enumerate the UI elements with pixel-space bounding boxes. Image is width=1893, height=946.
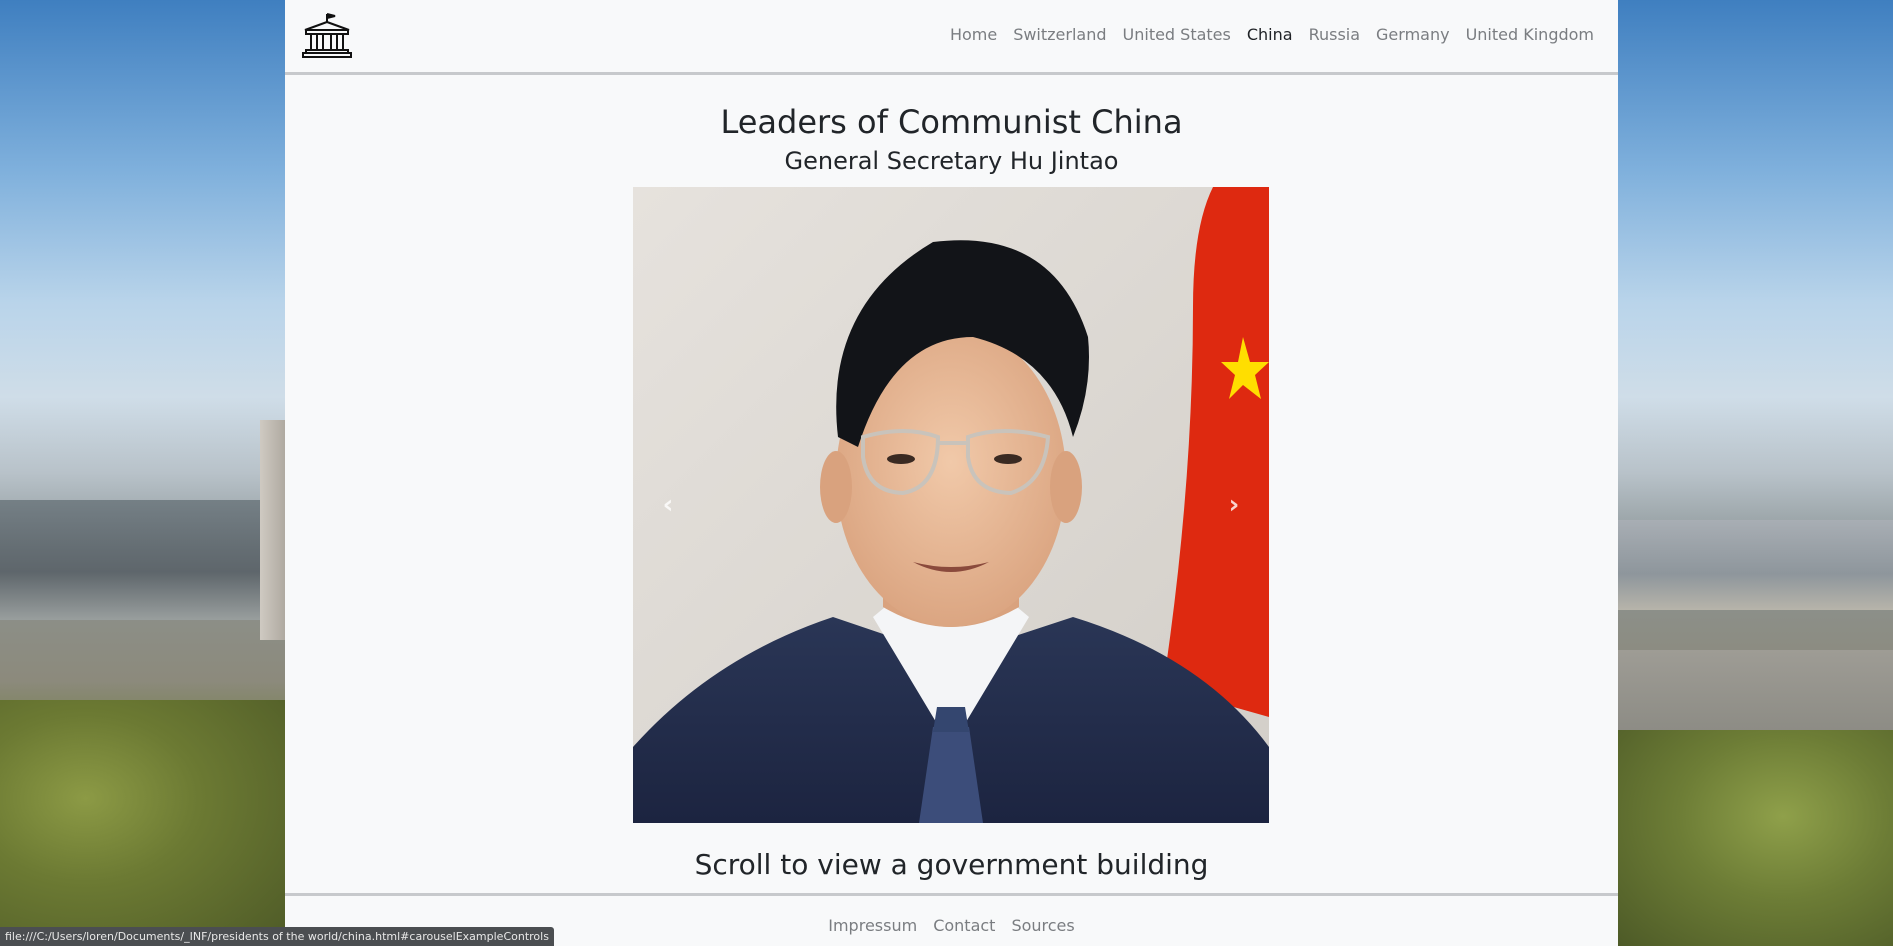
chevron-left-icon: ‹ — [662, 490, 674, 520]
leader-portrait — [633, 187, 1269, 823]
portrait-carousel[interactable]: ‹ › — [633, 187, 1269, 823]
carousel-prev-button[interactable]: ‹ — [633, 187, 703, 823]
scroll-hint: Scroll to view a government building — [694, 848, 1209, 881]
nav-links: Home Switzerland United States China Rus… — [950, 25, 1594, 44]
nav-germany[interactable]: Germany — [1376, 25, 1450, 44]
background-square-right — [1618, 650, 1893, 740]
nav-home[interactable]: Home — [950, 25, 997, 44]
nav-china[interactable]: China — [1247, 25, 1293, 44]
background-building-left — [0, 500, 285, 620]
main-content: Leaders of Communist China General Secre… — [285, 103, 1618, 176]
nav-switzerland[interactable]: Switzerland — [1013, 25, 1106, 44]
background-city-right — [1618, 520, 1893, 610]
page-container: Home Switzerland United States China Rus… — [285, 0, 1618, 946]
browser-status-bar: file:///C:/Users/loren/Documents/_INF/pr… — [0, 927, 554, 946]
page-subtitle: General Secretary Hu Jintao — [784, 147, 1119, 176]
footer-sources[interactable]: Sources — [1011, 916, 1074, 946]
page-title: Leaders of Communist China — [720, 103, 1183, 141]
chevron-right-icon: › — [1228, 490, 1240, 520]
nav-united-kingdom[interactable]: United Kingdom — [1466, 25, 1594, 44]
navbar: Home Switzerland United States China Rus… — [285, 0, 1618, 75]
footer-impressum[interactable]: Impressum — [828, 916, 917, 946]
nav-united-states[interactable]: United States — [1123, 25, 1231, 44]
background-trees-right — [1618, 730, 1893, 946]
carousel-next-button[interactable]: › — [1199, 187, 1269, 823]
background-trees-left — [0, 700, 285, 946]
government-building-icon[interactable] — [302, 12, 352, 58]
nav-russia[interactable]: Russia — [1309, 25, 1360, 44]
footer-contact[interactable]: Contact — [933, 916, 995, 946]
